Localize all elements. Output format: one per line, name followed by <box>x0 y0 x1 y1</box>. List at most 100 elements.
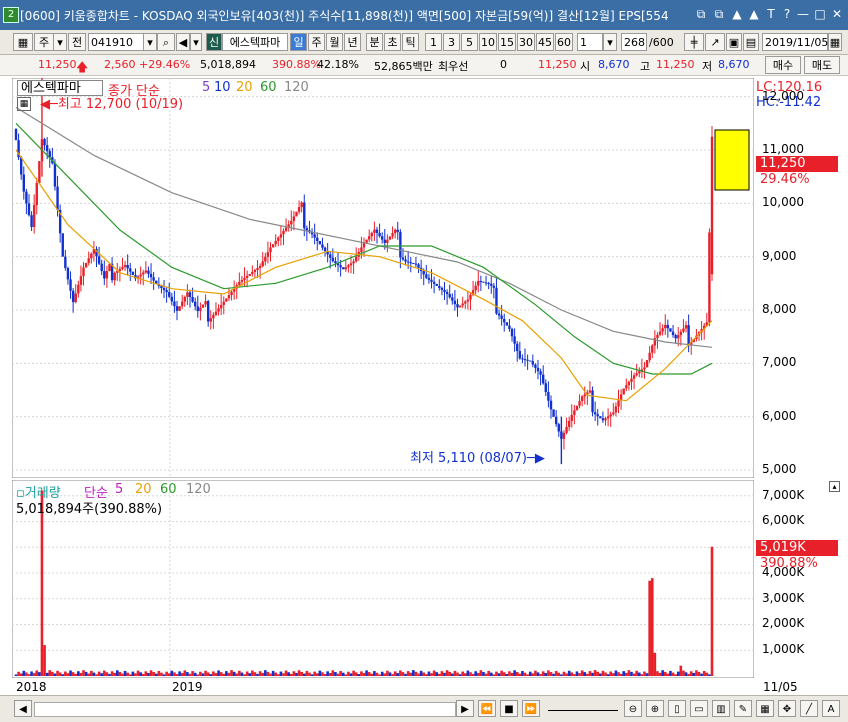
mode-dropdown-icon[interactable]: ▾ <box>53 33 67 51</box>
speaker-icon[interactable]: ◀ <box>176 33 190 51</box>
candle-body <box>573 410 576 415</box>
grid-toggle-icon[interactable]: ▦ <box>756 700 774 717</box>
count-input[interactable]: 268 <box>621 33 647 51</box>
volume-bar <box>235 673 239 676</box>
volume-bar <box>676 671 680 676</box>
mode-select[interactable]: 주 <box>34 33 54 51</box>
forward-icon[interactable]: ⏩ <box>522 700 540 717</box>
period-monthly[interactable]: 월 <box>326 33 343 51</box>
stop-icon[interactable]: ■ <box>500 700 518 717</box>
move-icon[interactable]: ✥ <box>778 700 796 717</box>
volume-bar <box>331 670 335 676</box>
period-minute[interactable]: 분 <box>366 33 383 51</box>
bottom-bar: ◀ ▶ ⏪ ■ ⏩ ⊖ ⊕ ▯ ▭ ▥ ✎ ▦ ✥ ╱ A <box>0 695 848 722</box>
candle-body <box>464 301 467 304</box>
candle-body <box>565 426 568 433</box>
interval-30[interactable]: 30 <box>517 33 535 51</box>
volume-bar <box>388 672 392 676</box>
zoom-out-icon[interactable]: ⊖ <box>624 700 642 717</box>
candle-body <box>435 283 438 286</box>
link-icon[interactable]: ⧉ <box>693 6 709 22</box>
code-dropdown-icon[interactable]: ▾ <box>143 33 157 51</box>
draw-line-icon[interactable]: ╱ <box>800 700 818 717</box>
minimize-button[interactable]: — <box>795 6 811 22</box>
print-icon[interactable]: ▤ <box>743 33 759 51</box>
volume-bar <box>552 673 555 676</box>
reset-icon[interactable]: ▯ <box>668 700 686 717</box>
zoom-slider[interactable] <box>548 706 618 711</box>
help-icon[interactable]: ? <box>779 6 795 22</box>
candle-body <box>183 296 187 302</box>
scroll-left-icon[interactable]: ◀ <box>14 700 32 717</box>
panel-collapse-icon[interactable]: ▴ <box>829 481 840 492</box>
interval-1[interactable]: 1 <box>425 33 442 51</box>
grid-icon[interactable]: ▦ <box>13 33 33 51</box>
volume-bar <box>69 670 72 676</box>
text-icon[interactable]: T <box>763 6 779 22</box>
speaker-dropdown-icon[interactable]: ▾ <box>190 33 202 51</box>
close-button[interactable]: ✕ <box>829 6 845 22</box>
zoom-in-icon[interactable]: ⊕ <box>646 700 664 717</box>
sell-button[interactable]: 매도 <box>804 56 840 74</box>
candle-body <box>219 304 223 309</box>
pen-icon[interactable]: ✎ <box>734 700 752 717</box>
date-input[interactable]: 2019/11/05 <box>762 33 828 51</box>
candle-body <box>277 237 280 241</box>
search-icon[interactable]: ⌕ <box>157 33 175 51</box>
title-bar: 2 [0600] 키움종합차트 - KOSDAQ 외국인보유[403(천)] 주… <box>0 0 848 30</box>
volume-bar <box>222 673 226 676</box>
candle-body <box>165 290 168 293</box>
buy-button[interactable]: 매수 <box>765 56 801 74</box>
interval-15[interactable]: 15 <box>498 33 516 51</box>
candle-body <box>30 215 33 228</box>
horizontal-scrollbar[interactable] <box>34 702 456 717</box>
stock-code-input[interactable]: 041910 <box>88 33 144 51</box>
interval-45[interactable]: 45 <box>536 33 554 51</box>
step-dropdown-icon[interactable]: ▾ <box>603 33 617 51</box>
candle-body <box>77 284 80 294</box>
prev-button[interactable]: 전 <box>68 33 86 51</box>
period-second[interactable]: 초 <box>384 33 401 51</box>
step-input[interactable]: 1 <box>577 33 603 51</box>
scroll-right-icon[interactable]: ▶ <box>456 700 474 717</box>
layout-icon[interactable]: ▥ <box>712 700 730 717</box>
price-chart[interactable] <box>12 78 754 478</box>
candle-body <box>417 264 420 268</box>
chart-toolbar: ▦ 주 ▾ 전 041910 ▾ ⌕ ◀ ▾ 신 에스텍파마 일 주 월 년 분… <box>0 30 848 55</box>
volume-bar <box>570 672 574 676</box>
volume-bar <box>77 671 80 676</box>
text-tool-icon[interactable]: A <box>822 700 840 717</box>
triangle-alt-icon[interactable]: ▲ <box>746 6 762 22</box>
maximize-button[interactable]: □ <box>812 6 828 22</box>
interval-5[interactable]: 5 <box>461 33 478 51</box>
candle-body <box>596 414 599 417</box>
volume-bar <box>562 671 566 676</box>
candle-body <box>79 276 83 285</box>
volume-bar <box>43 645 46 676</box>
interval-10[interactable]: 10 <box>479 33 497 51</box>
period-tick[interactable]: 틱 <box>402 33 419 51</box>
candle-body <box>131 271 135 276</box>
save-icon[interactable]: ▣ <box>726 33 742 51</box>
table-icon[interactable]: ▦ <box>17 97 31 111</box>
rewind-icon[interactable]: ⏪ <box>478 700 496 717</box>
range-icon[interactable]: ▭ <box>690 700 708 717</box>
interval-60[interactable]: 60 <box>555 33 573 51</box>
period-weekly[interactable]: 주 <box>308 33 325 51</box>
period-daily[interactable]: 일 <box>290 33 307 51</box>
candle-body <box>25 191 28 204</box>
candle-body <box>684 325 688 329</box>
trend-icon[interactable]: ↗ <box>705 33 725 51</box>
high-annotation-text: 최고 12,700 (10/19) <box>57 97 184 112</box>
calendar-icon[interactable]: ▦ <box>828 33 842 51</box>
volume-bar <box>310 674 314 676</box>
candle-body <box>191 296 194 302</box>
candle-body <box>225 298 228 302</box>
triangle-icon[interactable]: ▲ <box>729 6 745 22</box>
interval-3[interactable]: 3 <box>443 33 460 51</box>
copy-icon[interactable]: ⧉ <box>711 6 727 22</box>
chart-type-icon[interactable]: ╪ <box>684 33 704 51</box>
volume-bar <box>606 674 610 676</box>
candle-body <box>708 232 711 323</box>
period-yearly[interactable]: 년 <box>344 33 361 51</box>
